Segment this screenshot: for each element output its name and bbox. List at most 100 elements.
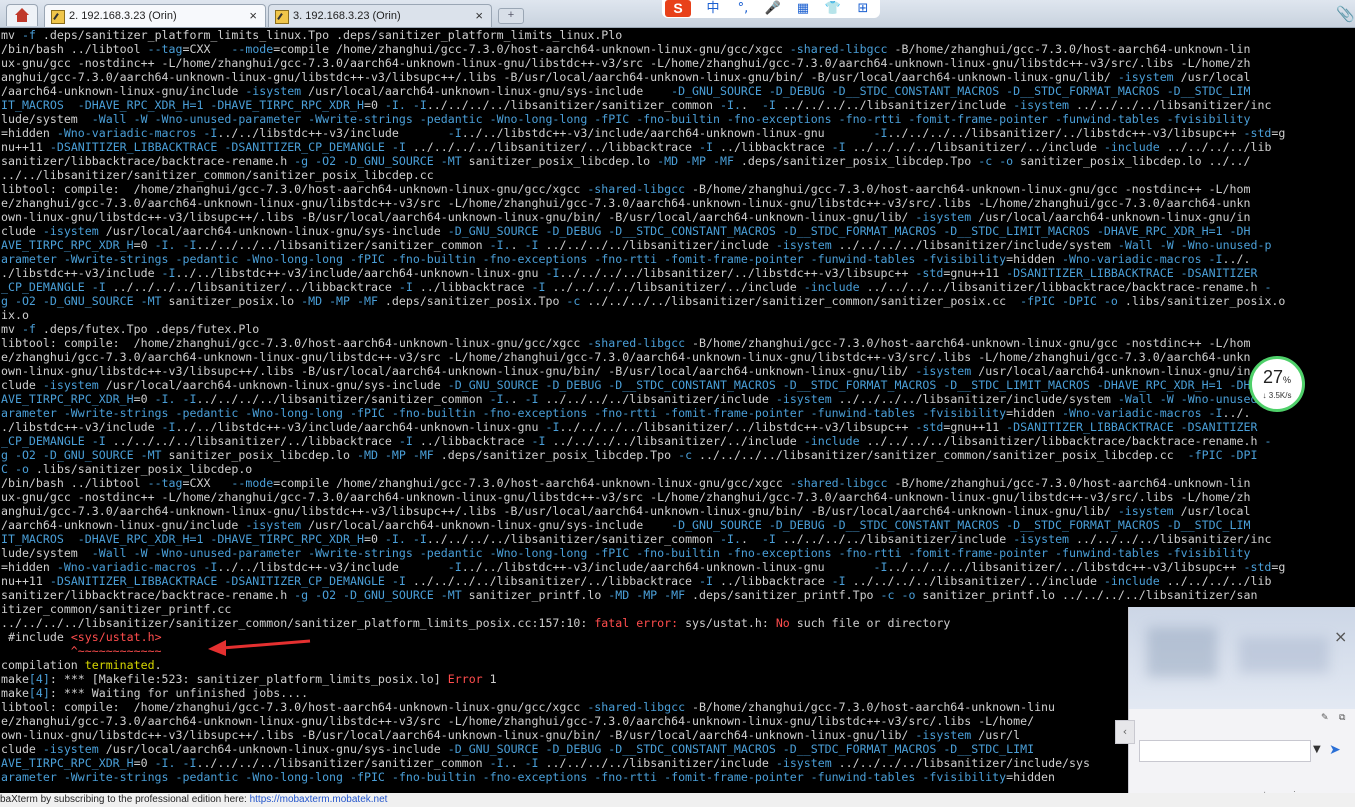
terminal-text-segment: -DSANITIZER_LIBBACKTRACE -DSANITIZER — [1006, 420, 1258, 434]
terminal-line: compilation terminated. — [1, 658, 162, 672]
chevron-down-icon[interactable]: ▼ — [1313, 744, 1321, 755]
terminal-line: /aarch64-unknown-linux-gnu/include -isys… — [1, 84, 1250, 98]
close-icon[interactable]: × — [1334, 627, 1347, 646]
terminal-text-segment: -B/home/zhanghui/gcc-7.3.0/host-aarch64-… — [685, 336, 1251, 350]
ime-toolbar: S 中 °, 🎤 ▦ 👕 ⊞ — [662, 0, 880, 18]
new-tab-button[interactable]: + — [498, 8, 524, 24]
ime-keyboard-icon[interactable]: ▦ — [794, 1, 812, 17]
terminal-text-segment: -I. -I — [154, 756, 197, 770]
tab-label: 2. 192.168.3.23 (Orin) — [69, 10, 177, 22]
terminal-text-segment: -g -O2 -D_GNU_SOURCE -MT — [294, 588, 462, 602]
terminal-text-segment: -std — [915, 420, 944, 434]
terminal-text-segment: -isystem — [1013, 532, 1070, 546]
ime-logo-icon[interactable]: S — [665, 0, 691, 17]
terminal-text-segment: -B/home/zhanghui/gcc-7.3.0/host-aarch64-… — [887, 476, 1251, 490]
terminal-text-segment: /aarch64-unknown-linux-gnu/include — [1, 84, 246, 98]
terminal-text-segment: -Wall -W -Wno-unused-parameter -Wwrite-s… — [91, 112, 1251, 126]
terminal-text-segment: ../libbacktrace — [412, 434, 532, 448]
terminal-line: anghui/gcc-7.3.0/aarch64-unknown-linux-g… — [1, 504, 1250, 518]
terminal-text-segment: =0 — [363, 532, 385, 546]
terminal-text-segment: . — [510, 238, 525, 252]
ime-language-icon[interactable]: 中 — [704, 1, 722, 17]
terminal-text-segment: ../. — [1222, 252, 1251, 266]
terminal-text-segment: -I — [531, 280, 546, 294]
terminal-text-segment: make — [1, 686, 29, 700]
partner-id-field[interactable] — [1139, 740, 1311, 762]
terminal-text-segment: ../../../../libsanitizer/../libbacktrace — [105, 280, 399, 294]
terminal-text-segment: --mode — [231, 42, 274, 56]
terminal-text-segment: - — [1264, 280, 1272, 294]
terminal-text-segment: ../../../../libsanitizer/sanitizer_commo… — [196, 238, 490, 252]
terminal-text-segment: =compile /home/zhanghui/gcc-7.3.0/host-a… — [273, 42, 790, 56]
terminal-text-segment: .deps/sanitizer_platform_limits_linux.Tp… — [35, 28, 623, 42]
terminal-text-segment: . — [740, 98, 762, 112]
tab-session-2[interactable]: 2. 192.168.3.23 (Orin) × — [44, 4, 266, 27]
terminal-line: _CP_DEMANGLE -I ../../../../libsanitizer… — [1, 280, 1271, 294]
terminal-line: ^~~~~~~~~~~~~ — [1, 644, 162, 658]
terminal-text-segment: fatal error: — [594, 616, 686, 630]
terminal-text-segment: AVE_TIRPC_RPC_XDR_H — [1, 392, 134, 406]
tab-close-button[interactable]: × — [475, 5, 483, 27]
terminal-text-segment: -I — [831, 574, 846, 588]
collapse-arrow-icon[interactable]: ‹ — [1115, 720, 1135, 744]
terminal-text-segment: /usr/local/aarch64-unknown-linux-gnu/in — [971, 210, 1251, 224]
terminal-text-segment: -isystem — [775, 238, 832, 252]
terminal-text-segment: ../../../../libsanitizer/../include — [845, 140, 1104, 154]
terminal-line: ix.o — [1, 308, 29, 322]
tab-label: 3. 192.168.3.23 (Orin) — [293, 10, 401, 22]
terminal-text-segment: -include — [803, 434, 860, 448]
status-bar: baXterm by subscribing to the profession… — [0, 793, 1355, 807]
tab-close-button[interactable]: × — [249, 5, 257, 27]
terminal-text-segment: =hidden — [1, 560, 57, 574]
terminal-text-segment: [4] — [28, 672, 50, 686]
terminal-text-segment: clude — [1, 224, 43, 238]
terminal-line: AVE_TIRPC_RPC_XDR_H=0 -I. -I../../../../… — [1, 392, 1271, 406]
terminal-text-segment: ux-gnu/gcc -nostdinc++ -L/home/zhanghui/… — [1, 490, 1251, 504]
terminal-text-segment: ../libbacktrace — [713, 140, 832, 154]
terminal-line: anghui/gcc-7.3.0/aarch64-unknown-linux-g… — [1, 70, 1250, 84]
ime-microphone-icon[interactable]: 🎤 — [764, 1, 782, 17]
terminal-text-segment: /usr/local/aarch64-unknown-linux-gnu/sys… — [301, 84, 672, 98]
home-tab[interactable] — [6, 4, 38, 26]
terminal-text-segment: ../../../../libsanitizer/inc — [1069, 98, 1272, 112]
terminal-text-segment: ../../../../libsanitizer/../include — [545, 280, 804, 294]
terminal-text-segment: -DSANITIZER_LIBBACKTRACE -DSANITIZER — [1006, 266, 1258, 280]
terminal-text-segment: . — [510, 756, 525, 770]
terminal-text-segment: ../../../../libsanitizer/sanitizer_commo… — [196, 756, 490, 770]
terminal-line: arameter -Wwrite-strings -pedantic -Wno-… — [1, 770, 1055, 784]
mobaxterm-link[interactable]: https://mobaxterm.mobatek.net — [250, 794, 388, 805]
cpu-percent: 27 — [1262, 367, 1283, 387]
terminal-text-segment: e/zhanghui/gcc-7.3.0/aarch64-unknown-lin… — [1, 196, 1251, 210]
terminal-text-segment: -Wall -W -Wno-unused-p — [1117, 392, 1272, 406]
connect-arrow-icon[interactable]: ➤ — [1329, 742, 1341, 758]
terminal-text-segment: -B/home/zhanghui/gcc-7.3.0/host-aarch64-… — [887, 42, 1251, 56]
window-icon[interactable]: ⧉ — [1339, 713, 1345, 723]
terminal-text-segment: /bin/bash ../libtool — [1, 476, 148, 490]
download-speed: ↓ 3.5K/s — [1262, 391, 1292, 400]
terminal-text-segment: ../../libstdc++-v3/include/aarch64-unkno… — [175, 266, 546, 280]
terminal-text-segment: ../../../../libsanitizer/include — [775, 532, 1014, 546]
terminal-line: itizer_common/sanitizer_printf.cc — [1, 602, 231, 616]
ime-skin-icon[interactable]: 👕 — [824, 1, 842, 17]
terminal-line: nu++11 -DSANITIZER_LIBBACKTRACE -DSANITI… — [1, 140, 1271, 154]
ime-toolbox-icon[interactable]: ⊞ — [854, 1, 872, 17]
terminal-text-segment: anghui/gcc-7.3.0/aarch64-unknown-linux-g… — [1, 504, 1118, 518]
terminal-text-segment: -I — [524, 756, 539, 770]
network-speed-widget[interactable]: 27% ↓ 3.5K/s — [1249, 356, 1305, 412]
terminal-text-segment: =0 — [133, 756, 155, 770]
terminal-text-segment: =gnu++11 — [943, 266, 1007, 280]
terminal-text-segment: -Wno-variadic-macros -I — [1061, 406, 1223, 420]
tab-session-3[interactable]: 3. 192.168.3.23 (Orin) × — [268, 4, 492, 27]
terminal-text-segment: ../../libstdc++-v3/include/aarch64-unkno… — [461, 126, 874, 140]
terminal-text-segment: /usr/local/aarch64-unknown-linux-gnu/sys… — [98, 742, 448, 756]
terminal-text-segment: No — [775, 616, 790, 630]
edit-icon[interactable]: ✎ — [1321, 713, 1329, 723]
terminal-text-segment: -include — [803, 280, 860, 294]
attachment-icon[interactable]: 📎 — [1336, 5, 1355, 23]
terminal-text-segment: ../../../../libsanitizer/../include — [845, 574, 1104, 588]
terminal-text-segment: -f — [21, 28, 36, 42]
terminal-text-segment: -fPIC -DPI — [1187, 448, 1258, 462]
terminal-text-segment: -isystem — [915, 210, 972, 224]
ime-punctuation-icon[interactable]: °, — [734, 1, 752, 17]
terminal-text-segment: -std — [915, 266, 944, 280]
